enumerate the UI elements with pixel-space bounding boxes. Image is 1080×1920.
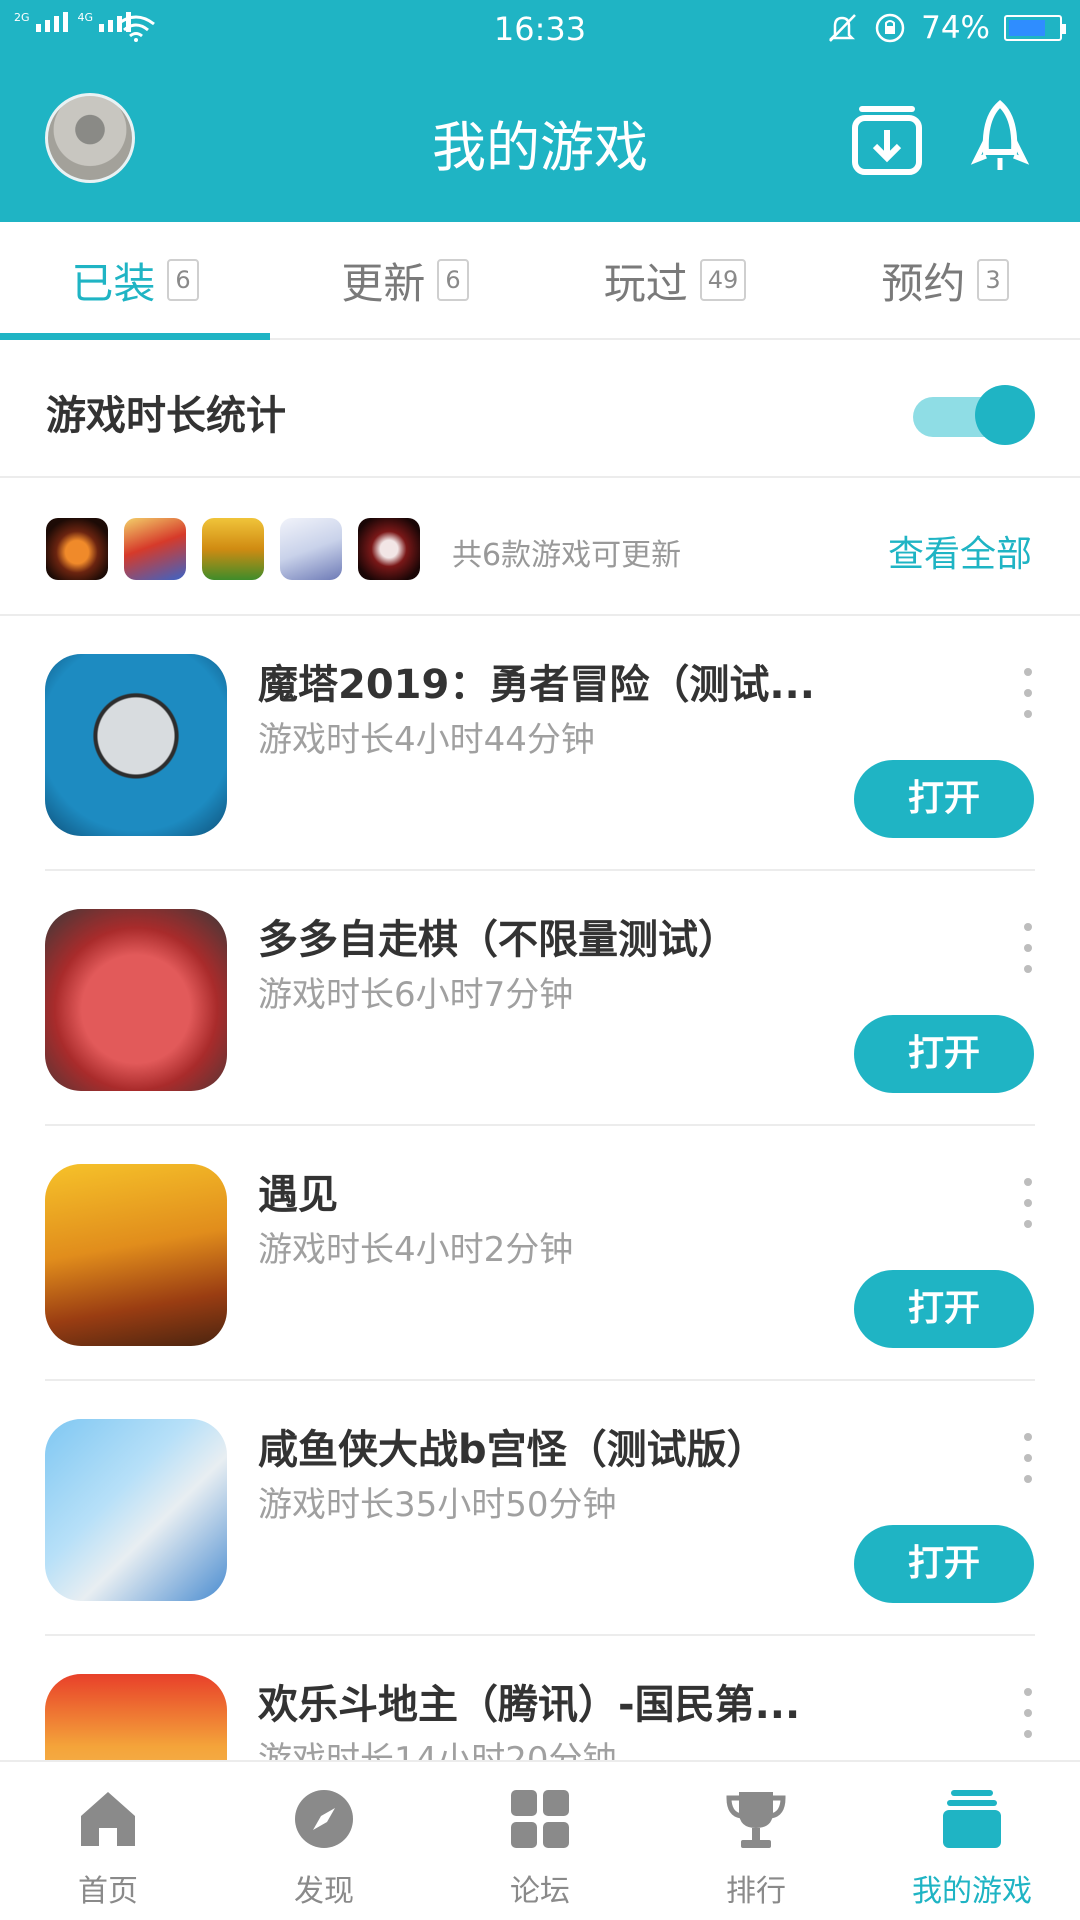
update-game-icon [124,518,186,580]
open-button[interactable]: 打开 [854,1525,1034,1603]
tab-installed[interactable]: 已装 6 [0,222,270,340]
more-options-icon[interactable] [1018,1688,1038,1738]
list-item[interactable]: 欢乐斗地主（腾讯）-国民第... 游戏时长14小时20分钟 打开 [0,1636,1080,1760]
tab-label: 玩过 [603,258,688,308]
more-options-icon[interactable] [1018,1433,1038,1483]
nav-ranking[interactable]: 排行 [648,1762,864,1920]
game-playtime: 游戏时长14小时20分钟 [258,1740,617,1760]
tab-count-badge: 3 [977,259,1009,301]
tab-count-badge: 6 [437,259,469,301]
game-icon [45,909,227,1091]
more-options-icon[interactable] [1018,923,1038,973]
list-item[interactable]: 咸鱼侠大战b宫怪（测试版） 游戏时长35小时50分钟 打开 [0,1381,1080,1636]
update-game-icon [202,518,264,580]
open-button[interactable]: 打开 [854,1015,1034,1093]
game-name: 咸鱼侠大战b宫怪（测试版） [258,1427,767,1473]
playtime-stats-label: 游戏时长统计 [46,393,286,439]
nav-my-games[interactable]: 我的游戏 [864,1762,1080,1920]
open-button[interactable]: 打开 [854,760,1034,838]
nav-forum[interactable]: 论坛 [432,1762,648,1920]
game-name: 魔塔2019：勇者冒险（测试... [258,662,815,708]
game-playtime: 游戏时长4小时2分钟 [258,1230,574,1270]
mute-icon [829,14,856,42]
nav-label: 我的游戏 [912,1874,1032,1909]
battery-percent: 74% [921,10,990,46]
update-game-icon [280,518,342,580]
tab-count-badge: 49 [699,259,747,301]
list-item[interactable]: 遇见 游戏时长4小时2分钟 打开 [0,1126,1080,1381]
game-icon [45,1674,227,1760]
tab-label: 更新 [341,258,426,308]
game-icon [45,1419,227,1601]
list-item[interactable]: 多多自走棋（不限量测试） 游戏时长6小时7分钟 打开 [0,871,1080,1126]
grid-icon [511,1790,569,1848]
stack-icon [943,1790,1001,1848]
game-playtime: 游戏时长35小时50分钟 [258,1485,617,1525]
nav-home[interactable]: 首页 [0,1762,216,1920]
more-options-icon[interactable] [1018,668,1038,718]
tab-label: 已装 [71,258,156,308]
nav-label: 发现 [294,1874,354,1909]
nav-label: 论坛 [510,1874,570,1909]
game-playtime: 游戏时长4小时44分钟 [258,720,595,760]
rocket-icon[interactable] [964,100,1036,176]
download-box-icon[interactable] [851,100,923,176]
game-icon [45,1164,227,1346]
status-bar: 2G 4G 16:33 74% [0,0,1080,56]
trophy-icon [726,1792,786,1848]
game-icon [45,654,227,836]
game-name: 多多自走棋（不限量测试） [258,917,738,963]
top-bar: 2G 4G 16:33 74% 我的游戏 [0,0,1080,222]
game-playtime: 游戏时长6小时7分钟 [258,975,574,1015]
bottom-nav: 首页 发现 论坛 排行 我的游戏 [0,1760,1080,1920]
home-icon [81,1792,135,1846]
compass-icon [295,1790,353,1848]
game-name: 遇见 [258,1172,338,1218]
nav-label: 排行 [726,1874,786,1909]
update-game-icon [46,518,108,580]
tab-label: 预约 [881,258,966,308]
tab-reserved[interactable]: 预约 3 [810,222,1080,338]
playtime-stats-toggle[interactable] [913,385,1035,445]
nav-discover[interactable]: 发现 [216,1762,432,1920]
view-all-link[interactable]: 查看全部 [888,525,1032,577]
game-list: 魔塔2019：勇者冒险（测试... 游戏时长4小时44分钟 打开 多多自走棋（不… [0,616,1080,1760]
nav-label: 首页 [78,1874,138,1909]
updates-summary: 共6款游戏可更新 [452,538,682,573]
rotation-lock-icon [875,13,905,43]
tab-updates[interactable]: 更新 6 [270,222,540,338]
more-options-icon[interactable] [1018,1178,1038,1228]
open-button[interactable]: 打开 [854,1270,1034,1348]
battery-icon [1004,15,1066,41]
game-name: 欢乐斗地主（腾讯）-国民第... [258,1682,801,1728]
status-right: 74% [825,10,1066,46]
tab-played[interactable]: 玩过 49 [540,222,810,338]
updates-row[interactable]: 共6款游戏可更新 查看全部 [0,478,1080,616]
list-item[interactable]: 魔塔2019：勇者冒险（测试... 游戏时长4小时44分钟 打开 [0,616,1080,871]
update-game-icon [358,518,420,580]
tab-bar: 已装 6 更新 6 玩过 49 预约 3 [0,222,1080,340]
tab-count-badge: 6 [167,259,199,301]
